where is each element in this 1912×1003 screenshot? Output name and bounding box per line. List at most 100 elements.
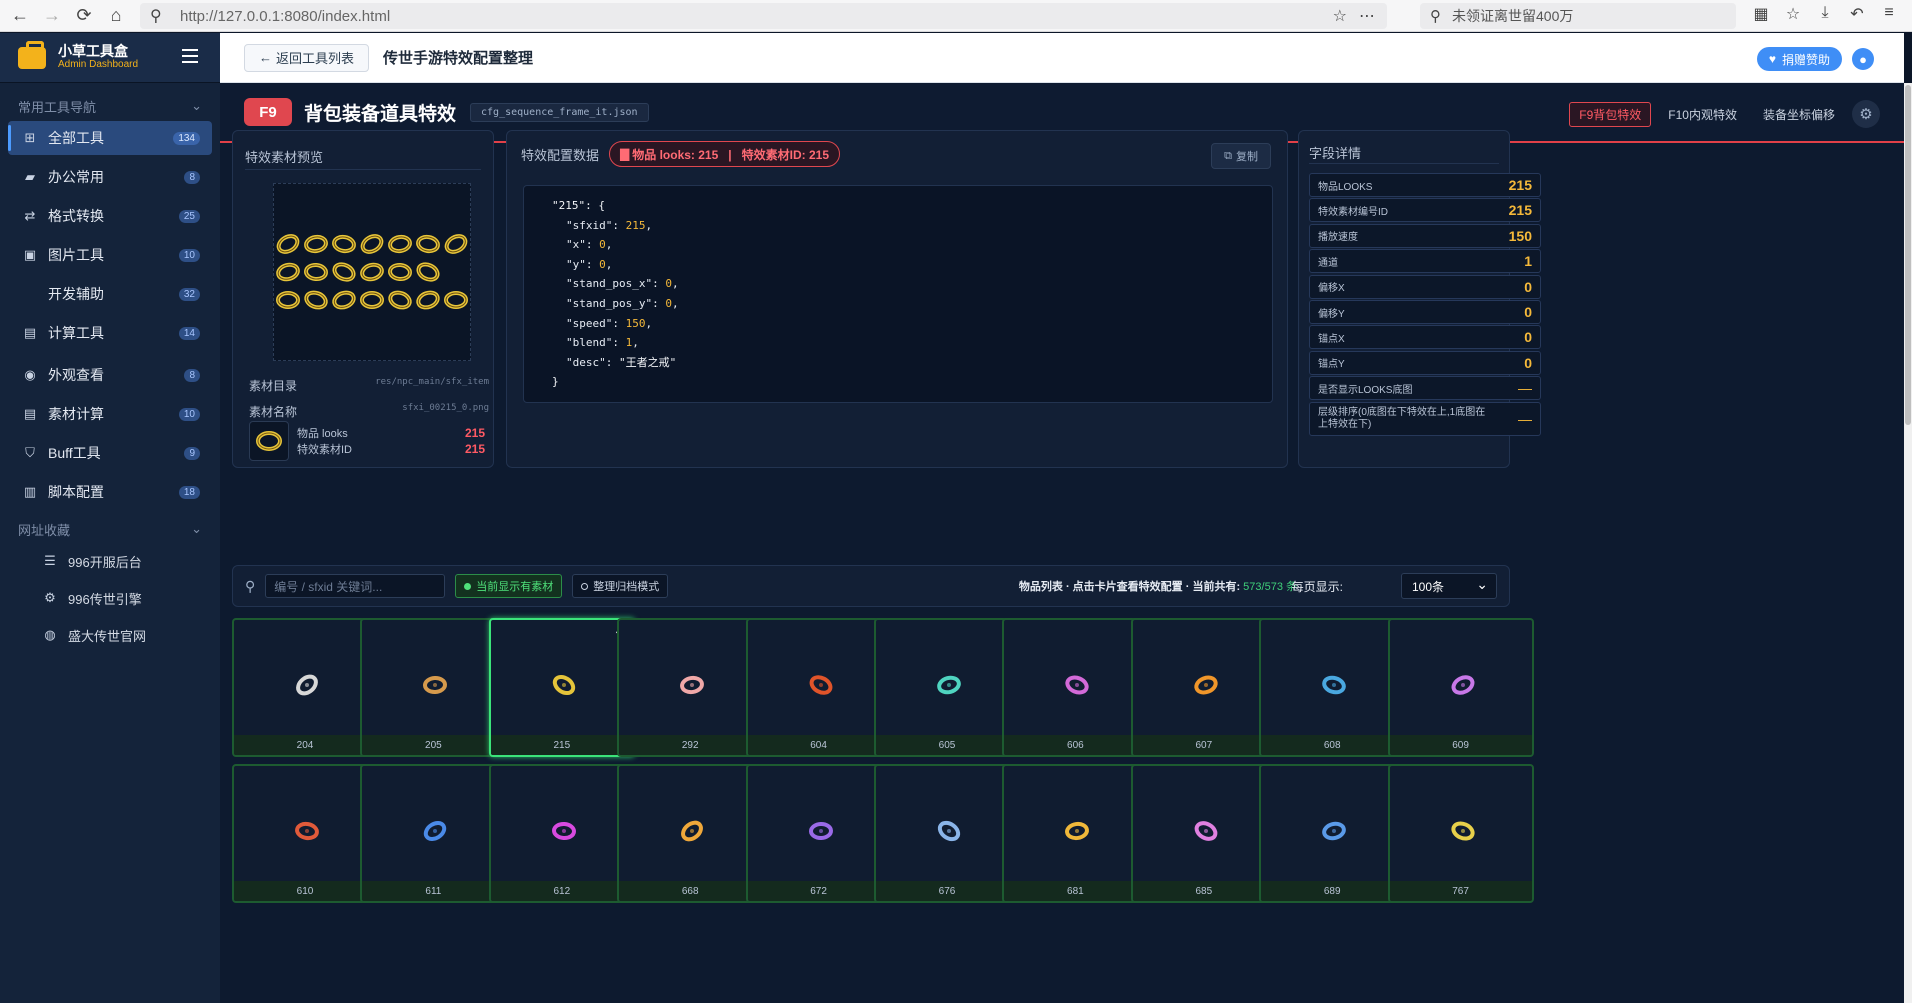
donate-button[interactable]: ♥ 捐赠赞助 [1756, 47, 1842, 71]
browser-search-bar[interactable]: ⚲ 未领证离世留400万 [1420, 3, 1736, 29]
bookmark-link-0[interactable]: ☰ 996开服后台 [8, 544, 212, 578]
search-input[interactable]: 编号 / sfxid 关键词... [265, 574, 446, 598]
forward-arrow-icon[interactable]: → [40, 4, 64, 28]
more-icon[interactable]: ⋯ [1359, 6, 1375, 26]
item-card[interactable]: 612 [488, 764, 635, 903]
sidebar-item-1[interactable]: ▰ 办公常用 8 [8, 160, 212, 194]
item-card[interactable]: 767 [1387, 764, 1534, 903]
field-value: 0 [1524, 329, 1532, 346]
per-page-label: 每页显示: [1291, 579, 1343, 594]
search-icon: ⚲ [245, 577, 256, 594]
item-icon [1186, 811, 1226, 851]
item-summary: 物品 looks 215 特效素材ID 215 [249, 419, 485, 463]
star-icon[interactable]: ☆ [1333, 6, 1347, 26]
item-card[interactable]: 681 [1002, 764, 1149, 903]
item-card[interactable]: 668 [617, 764, 764, 903]
section-links-title[interactable]: 网址收藏 ⌄ [0, 514, 220, 544]
code-line: "stand_pos_y": 0, [566, 296, 679, 310]
sidebar-item-6[interactable]: ◉ 外观查看 8 [8, 358, 212, 392]
home-icon[interactable]: ⌂ [104, 4, 128, 28]
sidebar-item-count: 25 [178, 210, 200, 223]
page-scrollbar[interactable] [1904, 83, 1912, 1003]
settings-gear-icon[interactable]: ⚙ [1852, 100, 1880, 128]
server-icon: ☰ [44, 553, 56, 568]
fields-panel: 字段详情 物品LOOKS 215 特效素材编号ID 215 播放速度 150 通道 1 偏移X 0… [1298, 130, 1541, 468]
field-label: 物品LOOKS [1318, 181, 1373, 193]
sprite-frame [276, 262, 300, 282]
undo-icon[interactable]: ↶ [1846, 4, 1868, 24]
copy-button[interactable]: ⧉ 复制 [1211, 143, 1271, 169]
tab-f10[interactable]: F10内观特效 [1659, 103, 1746, 126]
sidebar-item-3[interactable]: ▣ 图片工具 10 [8, 238, 212, 272]
copy-icon: ⧉ [1224, 149, 1232, 162]
sidebar-item-9[interactable]: ▥ 脚本配置 18 [8, 475, 212, 509]
code-line: "desc": "王者之戒" [566, 355, 677, 369]
item-card[interactable]: 609 [1387, 618, 1534, 757]
item-icon [1314, 811, 1354, 851]
code-icon [22, 286, 38, 302]
back-to-list-button[interactable]: ← 返回工具列表 [244, 43, 370, 72]
item-card[interactable]: 672 [745, 764, 892, 903]
field-label: 播放速度 [1318, 232, 1358, 244]
sidebar-item-4[interactable]: 开发辅助 32 [8, 277, 212, 311]
item-icon [1443, 811, 1483, 851]
avatar[interactable]: ● [1852, 48, 1874, 70]
per-page-select[interactable]: 100条 [1401, 573, 1497, 599]
item-card[interactable]: 685 [1130, 764, 1277, 903]
arrow-left-icon: ← [259, 50, 272, 65]
item-id: 604 [747, 735, 890, 755]
reload-icon[interactable]: ⟳ [72, 4, 96, 28]
download-icon[interactable]: ⤓ [1814, 4, 1836, 24]
item-card[interactable]: 689 [1259, 764, 1406, 903]
item-card[interactable]: 604 [745, 618, 892, 757]
top-bar: ← 返回工具列表 传世手游特效配置整理 ♥ 捐赠赞助 ● [220, 33, 1904, 83]
item-card[interactable]: 610 [232, 764, 378, 903]
item-card[interactable]: 611 [360, 764, 507, 903]
sidebar-item-2[interactable]: ⇄ 格式转换 25 [8, 199, 212, 233]
item-card[interactable]: 205 [360, 618, 507, 757]
bookmark-label: 996传世引擎 [68, 591, 142, 607]
item-icon [672, 811, 712, 851]
item-card[interactable]: 606 [1002, 618, 1149, 757]
filter-has-material-toggle[interactable]: 当前显示有素材 [455, 574, 563, 598]
apps-grid-icon[interactable]: ▦ [1750, 4, 1772, 24]
code-line: "215": { [552, 196, 1244, 216]
archive-mode-toggle[interactable]: 整理归档模式 [572, 574, 669, 598]
grid-icon: ⊞ [24, 130, 36, 145]
item-id: 681 [1004, 881, 1147, 901]
menu-icon[interactable]: ≡ [1878, 4, 1900, 24]
search-icon: ⚲ [1430, 8, 1441, 25]
favorites-icon[interactable]: ☆ [1782, 4, 1804, 24]
item-card[interactable]: 607 [1130, 618, 1277, 757]
bookmark-link-2[interactable]: ◍ 盛大传世官网 [8, 618, 212, 652]
sidebar-item-0[interactable]: ⊞ 全部工具 134 [8, 121, 212, 155]
item-icon [1443, 665, 1483, 705]
field-row: 锚点X 0 [1309, 325, 1541, 350]
item-icon [287, 811, 327, 851]
item-icon [1186, 665, 1226, 705]
item-card[interactable]: 204 [232, 618, 378, 757]
item-card[interactable]: 605 [874, 618, 1020, 757]
sidebar-item-8[interactable]: ⛉ Buff工具 9 [8, 436, 212, 470]
item-id: 608 [1261, 735, 1404, 755]
back-arrow-icon[interactable]: ← [8, 4, 32, 28]
hamburger-icon[interactable] [182, 49, 198, 63]
code-line: "x": 0, [566, 238, 613, 252]
tab-f9[interactable]: F9背包特效 [1569, 101, 1652, 127]
calculator-icon: ▤ [23, 406, 37, 421]
f9-badge: F9 [244, 98, 292, 126]
item-card[interactable]: 676 [874, 764, 1020, 903]
json-code-block[interactable]: "215": {"sfxid": 215, "x": 0, "y": 0, "stan… [523, 185, 1273, 403]
sidebar-item-7[interactable]: ▤ 素材计算 10 [8, 397, 212, 431]
section-tools-title[interactable]: 常用工具导航 ⌄ [0, 91, 220, 121]
item-card[interactable]: 608 [1259, 618, 1406, 757]
address-bar[interactable]: ⚲ http://127.0.0.1:8080/index.html ☆ ⋯ [140, 3, 1387, 29]
tab-offset[interactable]: 装备坐标偏移 [1754, 103, 1844, 126]
sidebar-item-5[interactable]: ▤ 计算工具 14 [8, 316, 212, 350]
bookmark-link-1[interactable]: ⚙ 996传世引擎 [8, 581, 212, 615]
item-id: 606 [1004, 735, 1147, 755]
sidebar-item-count: 32 [178, 288, 200, 301]
item-card[interactable]: 292 [617, 618, 764, 757]
item-icon [1314, 665, 1354, 705]
item-card[interactable]: 215 [488, 618, 635, 757]
